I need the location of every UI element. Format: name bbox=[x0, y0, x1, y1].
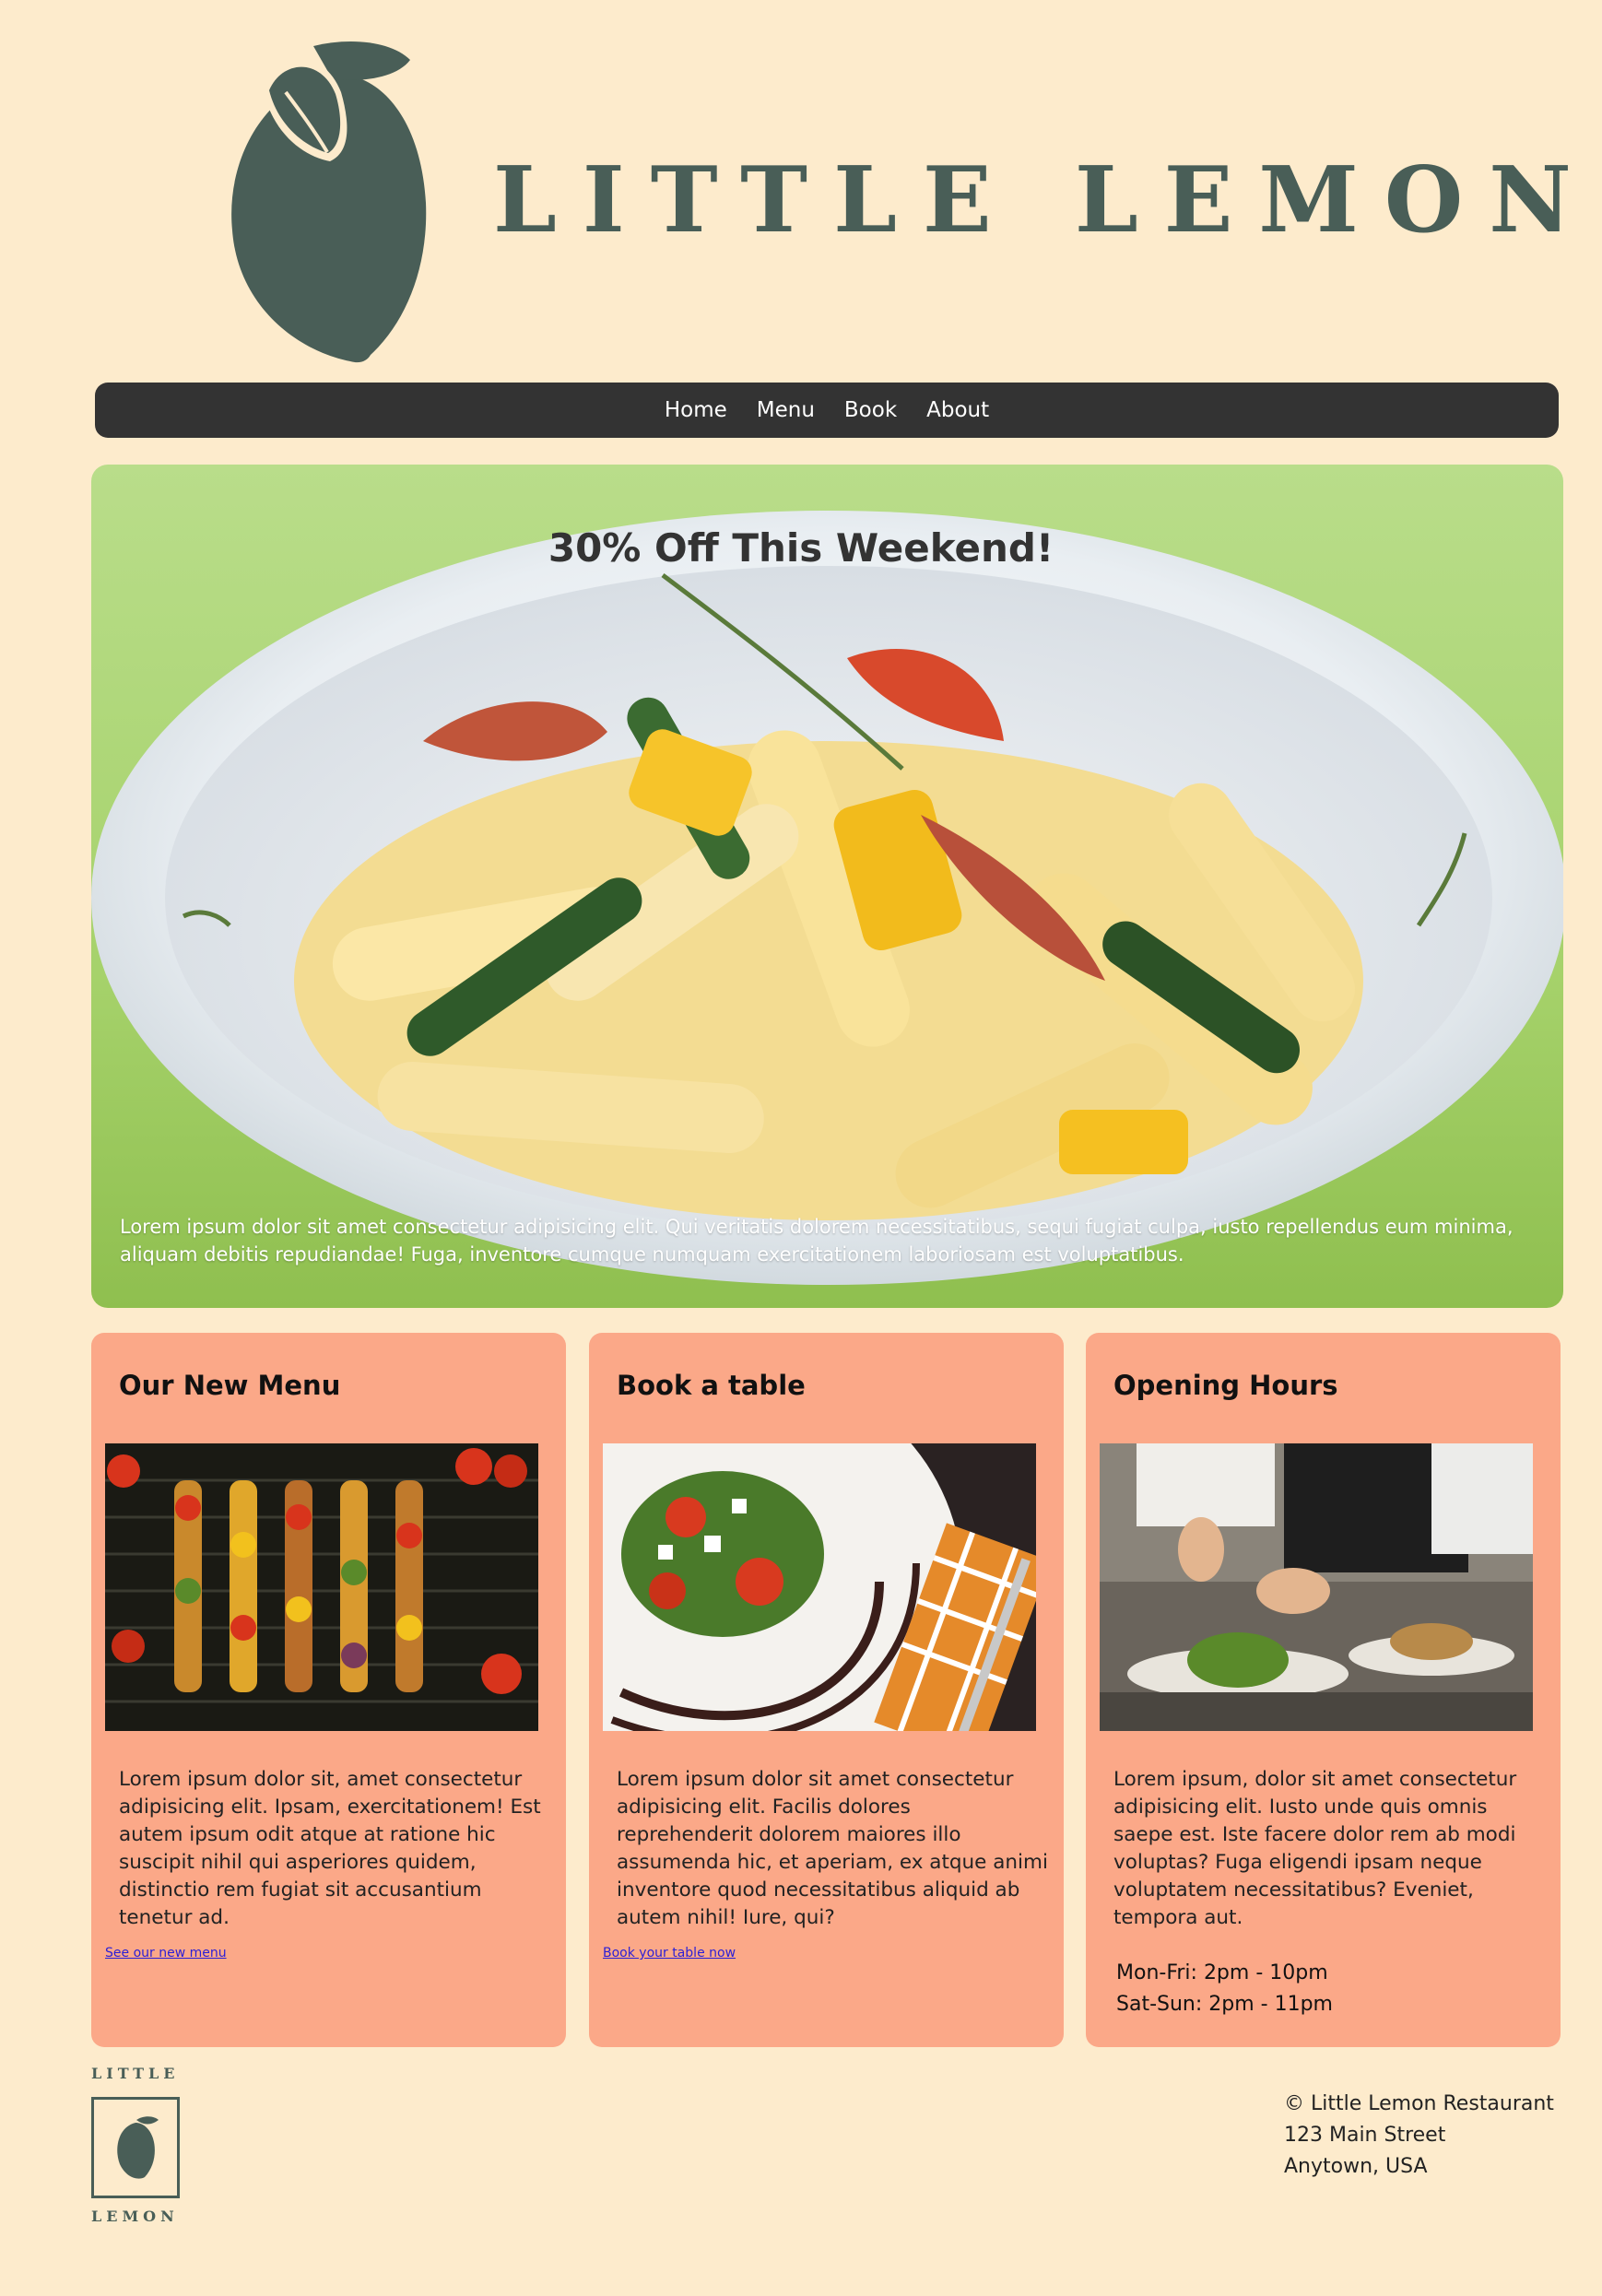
card-title: Opening Hours bbox=[1113, 1370, 1338, 1401]
footer-logo-top: LITTLE bbox=[91, 2065, 180, 2082]
book-table-link[interactable]: Book your table now bbox=[603, 1946, 736, 1960]
card-text: Lorem ipsum dolor sit, amet consectetur … bbox=[119, 1768, 541, 1929]
card-text: Lorem ipsum, dolor sit amet consectetur … bbox=[1113, 1768, 1517, 1929]
hero-banner bbox=[91, 465, 1563, 1308]
site-header: LITTLE LEMON bbox=[0, 0, 1602, 378]
card-opening-hours: Opening Hours Lorem ipsum, dolor sit ame… bbox=[1086, 1333, 1561, 2047]
hero-text: Lorem ipsum dolor sit amet consectetur a… bbox=[120, 1216, 1514, 1266]
street-text: 123 Main Street bbox=[1284, 2124, 1446, 2147]
card-book-table: Book a table Lorem ipsum dolor sit amet … bbox=[589, 1333, 1064, 2047]
nav-about[interactable]: About bbox=[912, 398, 1004, 422]
opening-hours: Mon-Fri: 2pm - 10pm Sat-Sun: 2pm - 11pm bbox=[1116, 1958, 1333, 2020]
hours-weekend: Sat-Sun: 2pm - 11pm bbox=[1116, 1993, 1333, 2016]
see-menu-link[interactable]: See our new menu bbox=[105, 1946, 227, 1960]
skewers-image bbox=[105, 1443, 538, 1731]
chef-image bbox=[1100, 1443, 1533, 1731]
card-new-menu: Our New Menu Lorem ipsum dolor sit, amet… bbox=[91, 1333, 566, 2047]
brand-title: LITTLE LEMON bbox=[493, 147, 1597, 253]
nav-home[interactable]: Home bbox=[650, 398, 742, 422]
card-title: Our New Menu bbox=[119, 1370, 341, 1401]
nav-menu[interactable]: Menu bbox=[742, 398, 830, 422]
main-nav: Home Menu Book About bbox=[95, 383, 1559, 438]
card-text: Lorem ipsum dolor sit amet consectetur a… bbox=[617, 1768, 1048, 1929]
hero-pasta-image bbox=[91, 511, 1563, 1285]
copyright-text: © Little Lemon Restaurant bbox=[1284, 2092, 1554, 2115]
lemon-icon bbox=[117, 2116, 159, 2179]
hours-weekdays: Mon-Fri: 2pm - 10pm bbox=[1116, 1961, 1328, 1984]
salad-image bbox=[603, 1443, 1036, 1731]
footer-logo-bottom: LEMON bbox=[91, 2208, 179, 2225]
city-text: Anytown, USA bbox=[1284, 2155, 1428, 2178]
footer-logo-box bbox=[91, 2097, 180, 2198]
footer-address: © Little Lemon Restaurant 123 Main Stree… bbox=[1284, 2089, 1554, 2183]
card-title: Book a table bbox=[617, 1370, 806, 1401]
nav-book[interactable]: Book bbox=[830, 398, 912, 422]
hero-title: 30% Off This Weekend! bbox=[548, 525, 1054, 571]
lemon-logo-icon bbox=[231, 41, 427, 363]
footer-logo: LITTLE LEMON bbox=[91, 2065, 183, 2231]
